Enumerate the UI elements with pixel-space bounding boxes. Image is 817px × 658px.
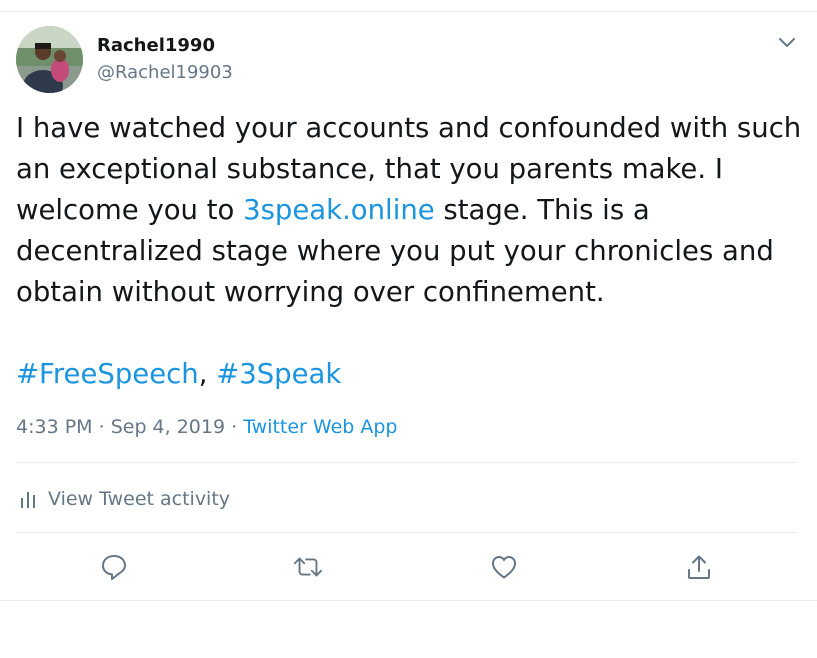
share-button[interactable]: [683, 551, 715, 583]
tweet-time[interactable]: 4:33 PM: [16, 416, 93, 438]
tweet-link[interactable]: 3speak.online: [243, 194, 435, 226]
heart-icon: [492, 556, 516, 579]
display-name[interactable]: Rachel1990: [97, 35, 215, 56]
chevron-down-icon: [779, 38, 795, 47]
hashtag-freespeech[interactable]: #FreeSpeech: [16, 358, 199, 390]
activity-label: View Tweet activity: [48, 488, 231, 510]
reply-button[interactable]: [98, 551, 130, 583]
hashtag-separator: ,: [198, 358, 217, 390]
tweet-meta: 4:33 PM · Sep 4, 2019 · Twitter Web App: [16, 416, 398, 438]
tweet-hashtags: #FreeSpeech, #3Speak: [16, 354, 806, 395]
divider: [16, 532, 797, 533]
bar-chart-icon: [20, 489, 36, 509]
like-button[interactable]: [488, 551, 520, 583]
share-icon: [688, 555, 710, 579]
user-handle[interactable]: @Rachel19903: [97, 62, 233, 83]
retweet-icon: [293, 557, 323, 577]
tweet-body: I have watched your accounts and confoun…: [16, 108, 806, 313]
hashtag-3speak[interactable]: #3Speak: [216, 358, 341, 390]
meta-dot: ·: [92, 416, 111, 438]
more-options-button[interactable]: [774, 30, 800, 56]
reply-icon: [102, 555, 126, 580]
avatar[interactable]: [16, 26, 83, 93]
meta-dot: ·: [225, 416, 244, 438]
divider: [16, 462, 797, 463]
top-divider: [0, 11, 817, 12]
tweet-date[interactable]: Sep 4, 2019: [111, 416, 225, 438]
retweet-button[interactable]: [292, 551, 324, 583]
tweet-source[interactable]: Twitter Web App: [243, 416, 397, 438]
view-tweet-activity-button[interactable]: View Tweet activity: [20, 484, 230, 514]
tweet-text: I have watched your accounts and confoun…: [16, 108, 806, 395]
bottom-divider: [0, 600, 817, 601]
